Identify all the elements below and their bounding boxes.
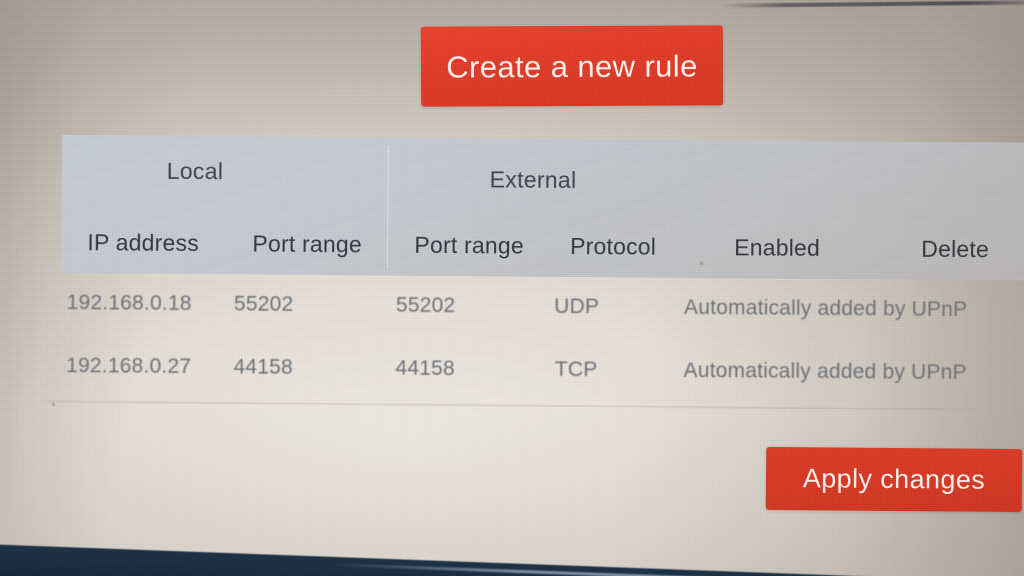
cell-external-port-range: 44158 <box>395 356 455 381</box>
cell-local-ip-address: 192.168.0.18 <box>66 291 192 316</box>
column-header-local-port-range[interactable]: Port range <box>252 230 362 258</box>
column-header-external-port-range[interactable]: Port range <box>414 232 524 260</box>
create-new-rule-button-label: Create a new rule <box>446 47 698 85</box>
table-header: Local External IP address Port range Por… <box>60 135 1024 281</box>
column-header-delete[interactable]: Delete <box>921 236 989 264</box>
column-header-local-ip-address[interactable]: IP address <box>87 229 199 257</box>
screen-photo: Create a new rule Local External IP addr… <box>0 0 1024 576</box>
cell-protocol: TCP <box>554 357 598 382</box>
create-new-rule-button[interactable]: Create a new rule <box>420 25 724 107</box>
column-header-enabled[interactable]: Enabled <box>734 234 820 262</box>
table-row[interactable]: 192.168.0.18 55202 55202 UDP Automatical… <box>60 273 1024 344</box>
apply-changes-button-label: Apply changes <box>802 463 986 495</box>
cell-upnp-note: Automatically added by UPnP <box>683 358 967 385</box>
column-header-protocol[interactable]: Protocol <box>570 233 656 261</box>
table-row[interactable]: 192.168.0.27 44158 44158 TCP Automatical… <box>60 336 1024 407</box>
header-group-separator <box>386 145 389 268</box>
column-group-local: Local <box>166 157 224 185</box>
apply-changes-button[interactable]: Apply changes <box>765 446 1023 513</box>
cell-local-ip-address: 192.168.0.27 <box>66 354 192 379</box>
cell-local-port-range: 55202 <box>233 292 294 316</box>
cell-local-port-range: 44158 <box>233 355 293 379</box>
screen-dust-speck <box>52 403 55 406</box>
screen-dust-speck <box>700 262 703 265</box>
cell-upnp-note: Automatically added by UPnP <box>683 295 968 322</box>
column-group-external: External <box>489 166 577 194</box>
port-forwarding-table: Local External IP address Port range Por… <box>60 135 1024 407</box>
cell-external-port-range: 55202 <box>395 293 456 318</box>
cell-protocol: UDP <box>554 294 600 319</box>
